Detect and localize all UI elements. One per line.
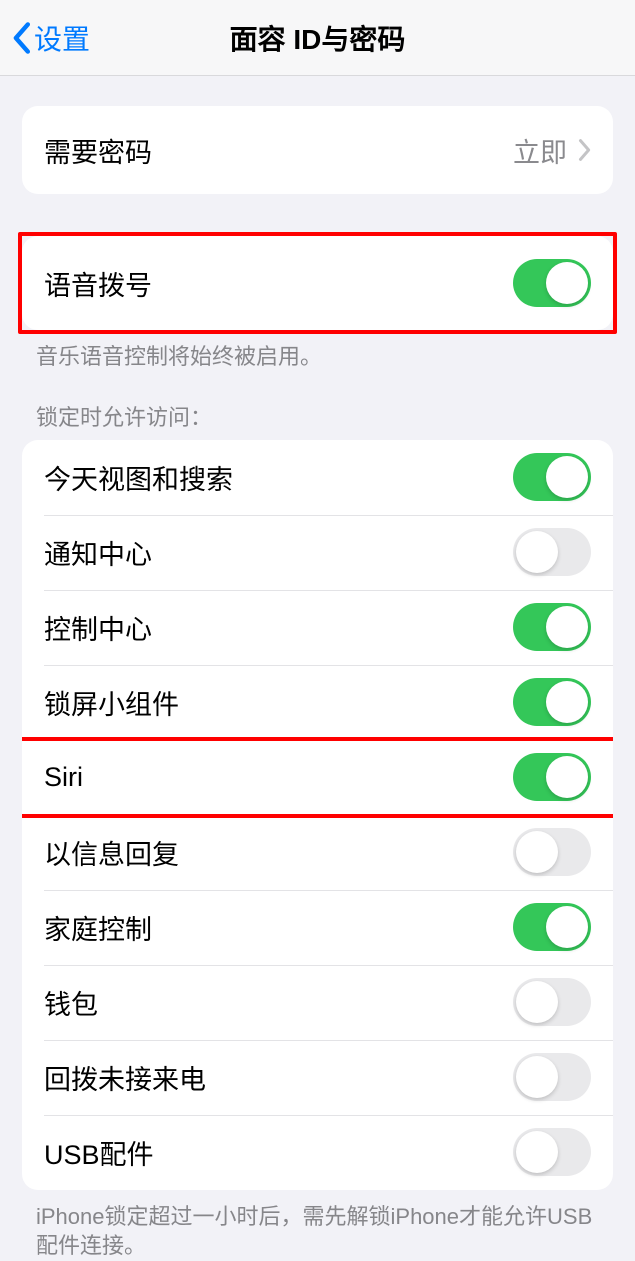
- lock-access-toggle[interactable]: [513, 1053, 591, 1101]
- require-passcode-value: 立即: [513, 131, 567, 170]
- lock-access-header: 锁定时允许访问：: [36, 400, 599, 432]
- lock-access-row[interactable]: 锁屏小组件: [22, 665, 613, 740]
- lock-access-toggle[interactable]: [513, 828, 591, 876]
- voice-dial-footer: 音乐语音控制将始终被启用。: [36, 342, 599, 372]
- lock-access-row[interactable]: 钱包: [22, 965, 613, 1040]
- voice-dial-group: 语音拨号: [22, 236, 613, 330]
- lock-access-label: 今天视图和搜索: [44, 458, 513, 497]
- back-label: 设置: [34, 18, 90, 58]
- lock-access-row[interactable]: USB配件: [22, 1115, 613, 1190]
- chevron-left-icon: [10, 21, 32, 55]
- lock-access-row[interactable]: 通知中心: [22, 515, 613, 590]
- lock-access-group: 今天视图和搜索通知中心控制中心锁屏小组件 Siri 以信息回复家庭控制钱包回拨未接来…: [22, 440, 613, 1190]
- lock-access-row[interactable]: 控制中心: [22, 590, 613, 665]
- lock-access-row[interactable]: 今天视图和搜索: [22, 440, 613, 515]
- lock-access-row[interactable]: 家庭控制: [22, 890, 613, 965]
- lock-access-row[interactable]: 以信息回复: [22, 815, 613, 890]
- lock-access-label: 家庭控制: [44, 908, 513, 947]
- lock-access-toggle[interactable]: [513, 978, 591, 1026]
- lock-access-row[interactable]: 回拨未接来电: [22, 1040, 613, 1115]
- lock-access-toggle[interactable]: [513, 903, 591, 951]
- lock-access-label: USB配件: [44, 1133, 513, 1172]
- lock-access-toggle[interactable]: [513, 603, 591, 651]
- voice-dial-label: 语音拨号: [44, 264, 513, 303]
- lock-access-toggle[interactable]: [513, 528, 591, 576]
- lock-access-footer: iPhone锁定超过一小时后，需先解锁iPhone才能允许USB配件连接。: [36, 1202, 599, 1261]
- lock-access-label: 以信息回复: [44, 833, 513, 872]
- lock-access-row[interactable]: Siri: [22, 740, 613, 815]
- lock-access-label: 回拨未接来电: [44, 1058, 513, 1097]
- lock-access-toggle[interactable]: [513, 753, 591, 801]
- lock-access-label: 通知中心: [44, 533, 513, 572]
- voice-dial-row[interactable]: 语音拨号: [22, 236, 613, 330]
- lock-access-label: 控制中心: [44, 608, 513, 647]
- voice-dial-toggle[interactable]: [513, 259, 591, 307]
- page-title: 面容 ID与密码: [0, 18, 635, 58]
- lock-access-toggle[interactable]: [513, 678, 591, 726]
- require-passcode-label: 需要密码: [44, 131, 513, 170]
- lock-access-label: Siri: [44, 762, 513, 793]
- require-passcode-row[interactable]: 需要密码 立即: [22, 106, 613, 194]
- chevron-right-icon: [577, 138, 591, 162]
- lock-access-toggle[interactable]: [513, 453, 591, 501]
- back-button[interactable]: 设置: [10, 18, 90, 58]
- lock-access-label: 钱包: [44, 983, 513, 1022]
- lock-access-toggle[interactable]: [513, 1128, 591, 1176]
- lock-access-label: 锁屏小组件: [44, 683, 513, 722]
- require-passcode-group: 需要密码 立即: [22, 106, 613, 194]
- nav-bar: 设置 面容 ID与密码: [0, 0, 635, 76]
